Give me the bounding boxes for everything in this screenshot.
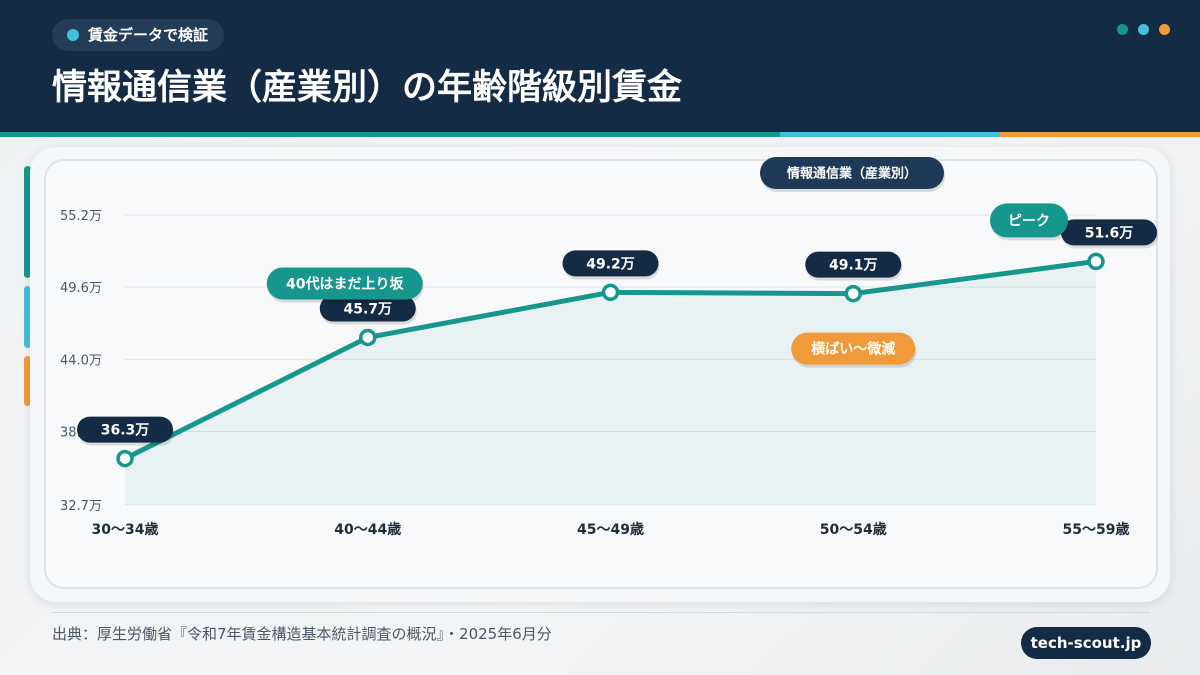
data-label: 51.6万 — [1061, 219, 1158, 249]
data-label: 36.3万 — [77, 416, 174, 446]
x-tick-label: 30〜34歳 — [92, 521, 159, 538]
x-tick-label: 50〜54歳 — [820, 521, 887, 538]
data-point — [844, 284, 862, 303]
annotation-callout-text: 40代はまだ上り坂 — [286, 275, 404, 292]
x-tick-label: 40〜44歳 — [334, 521, 401, 538]
annotation-callout-text: ピーク — [1008, 213, 1050, 229]
line-chart: 55.2万49.6万44.0万38.4万32.7万30〜34歳40〜44歳45〜… — [60, 157, 1158, 538]
annotation-callout: 40代はまだ上り坂 — [266, 267, 424, 303]
legend-entry-text: 情報通信業（産業別） — [787, 166, 917, 182]
data-point — [359, 328, 377, 347]
y-tick-label: 49.6万 — [60, 281, 102, 296]
data-label-text: 51.6万 — [1085, 225, 1134, 241]
y-tick-label: 55.2万 — [60, 209, 102, 224]
data-label-text: 45.7万 — [343, 301, 392, 317]
data-point — [601, 283, 620, 302]
x-tick-label: 45〜49歳 — [577, 521, 644, 538]
legend-entry: 情報通信業（産業別） — [760, 157, 945, 192]
data-label-text: 36.3万 — [101, 423, 150, 439]
data-label-text: 49.2万 — [586, 256, 635, 272]
annotation-callout: ピーク — [990, 203, 1069, 241]
y-tick-label: 32.7万 — [60, 499, 102, 514]
footer-divider — [52, 612, 1150, 613]
data-point — [1087, 252, 1105, 271]
y-tick-label: 44.0万 — [60, 353, 102, 368]
annotation-callout-text: 横ばい〜微減 — [811, 341, 895, 358]
data-label: 49.2万 — [562, 250, 660, 280]
brand-badge: tech-scout.jp — [1021, 627, 1151, 659]
annotation-callout: 横ばい〜微減 — [791, 332, 917, 368]
data-point — [116, 449, 134, 468]
source-note: 出典：厚生労働省『令和7年賃金構造基本統計調査の概況』・2025年6月分 — [52, 625, 552, 643]
data-label: 49.1万 — [805, 251, 903, 281]
x-tick-label: 55〜59歳 — [1063, 521, 1130, 538]
data-label-text: 49.1万 — [829, 258, 878, 274]
